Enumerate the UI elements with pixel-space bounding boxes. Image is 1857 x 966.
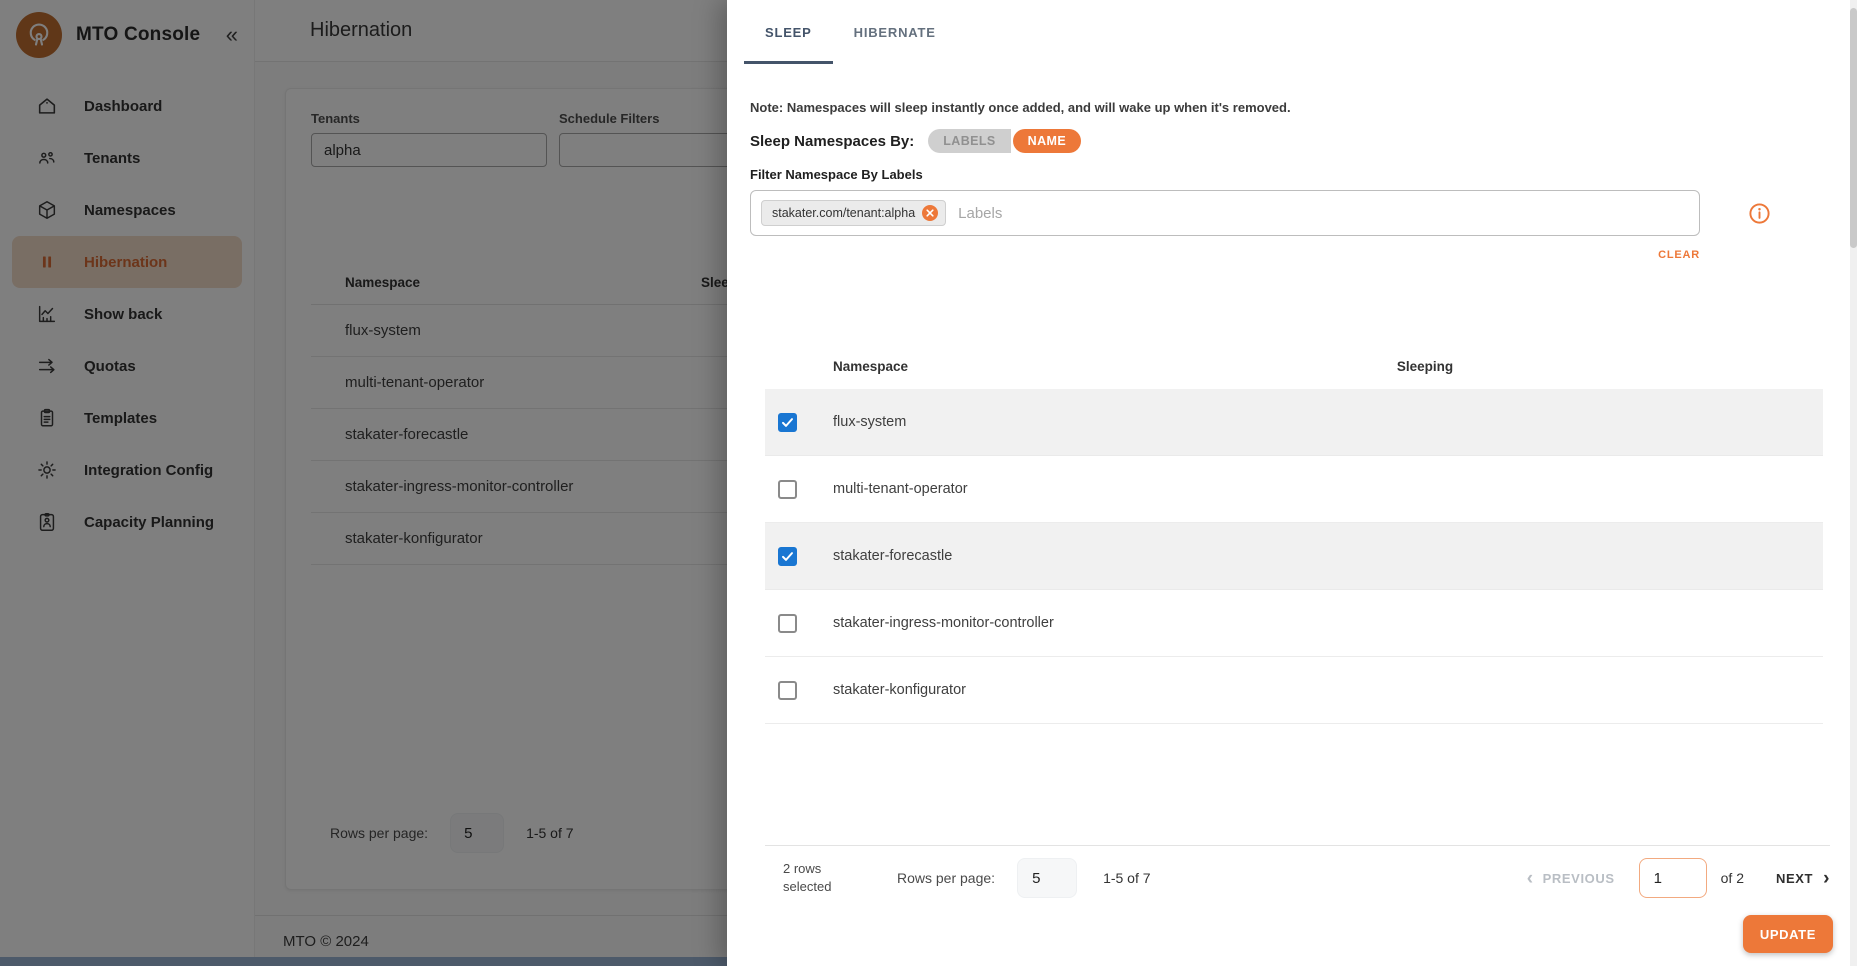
chip-remove-icon[interactable] (922, 205, 938, 221)
toggle-labels-option[interactable]: LABELS (928, 129, 1010, 153)
clear-row: CLEAR (750, 245, 1700, 263)
labels-name-toggle: LABELS NAME (928, 129, 1081, 153)
bottom-strip (0, 957, 727, 966)
rows-per-page-label: Rows per page: (897, 870, 995, 886)
tab-sleep[interactable]: SLEEP (744, 0, 833, 64)
page-number-box (1639, 858, 1707, 898)
labels-input-box[interactable]: stakater.com/tenant:alpha (750, 190, 1700, 236)
toggle-name-option[interactable]: NAME (1013, 129, 1081, 153)
clear-button[interactable]: CLEAR (1658, 249, 1700, 261)
rows-per-page-select[interactable]: 5 (1017, 858, 1077, 898)
pager: ‹ PREVIOUS of 2 NEXT › (1527, 858, 1830, 898)
filter-namespace-by-labels-label: Filter Namespace By Labels (750, 167, 1857, 182)
sleep-namespaces-by-label: Sleep Namespaces By: (750, 133, 914, 150)
namespace-row: multi-tenant-operator (765, 456, 1823, 523)
rows-selected-text: 2 rows selected (783, 860, 853, 895)
column-sleeping: Sleeping (1365, 359, 1485, 374)
update-button[interactable]: UPDATE (1743, 915, 1833, 953)
previous-button[interactable]: ‹ PREVIOUS (1527, 869, 1615, 888)
info-icon[interactable] (1748, 202, 1771, 225)
screen: MTO Console « Dashboard Tenants Namespac… (0, 0, 1857, 966)
row-checkbox[interactable] (778, 614, 797, 633)
next-button[interactable]: NEXT › (1776, 869, 1830, 888)
drawer-tabs: SLEEP HIBERNATE (727, 0, 1857, 64)
column-namespace: Namespace (765, 359, 908, 374)
drawer-table-rows: flux-system multi-tenant-operator stakat… (765, 389, 1823, 724)
row-checkbox[interactable] (778, 681, 797, 700)
drawer-footer: 2 rows selected Rows per page: 5 1-5 of … (765, 845, 1830, 898)
next-label: NEXT (1776, 871, 1813, 886)
chevron-left-icon: ‹ (1527, 869, 1534, 888)
drawer-namespaces-table: Namespace Sleeping flux-system multi-ten… (765, 343, 1823, 724)
pagination-range: 1-5 of 7 (1103, 870, 1150, 886)
tenant-label-chip: stakater.com/tenant:alpha (761, 200, 946, 226)
namespace-row: stakater-ingress-monitor-controller (765, 590, 1823, 657)
drawer-table-header: Namespace Sleeping (765, 343, 1823, 389)
namespace-row: stakater-forecastle (765, 523, 1823, 590)
scrollbar (1850, 0, 1857, 966)
row-checkbox[interactable] (778, 480, 797, 499)
sleep-by-row: Sleep Namespaces By: LABELS NAME (750, 129, 1857, 153)
tab-hibernate[interactable]: HIBERNATE (833, 0, 957, 64)
chip-text: stakater.com/tenant:alpha (772, 206, 915, 220)
drawer-body: Note: Namespaces will sleep instantly on… (727, 100, 1857, 724)
sleep-drawer: SLEEP HIBERNATE Note: Namespaces will sl… (727, 0, 1857, 966)
labels-input[interactable] (946, 205, 1689, 222)
row-checkbox[interactable] (778, 413, 797, 432)
note-text: Note: Namespaces will sleep instantly on… (750, 100, 1857, 115)
scrollbar-thumb[interactable] (1850, 8, 1857, 248)
chevron-right-icon: › (1823, 869, 1830, 888)
row-checkbox[interactable] (778, 547, 797, 566)
previous-label: PREVIOUS (1543, 871, 1615, 886)
page-number-input[interactable] (1640, 870, 1706, 887)
namespace-row: flux-system (765, 389, 1823, 456)
labels-row: stakater.com/tenant:alpha (750, 190, 1857, 236)
namespace-row: stakater-konfigurator (765, 657, 1823, 724)
page-of-label: of 2 (1721, 870, 1744, 886)
